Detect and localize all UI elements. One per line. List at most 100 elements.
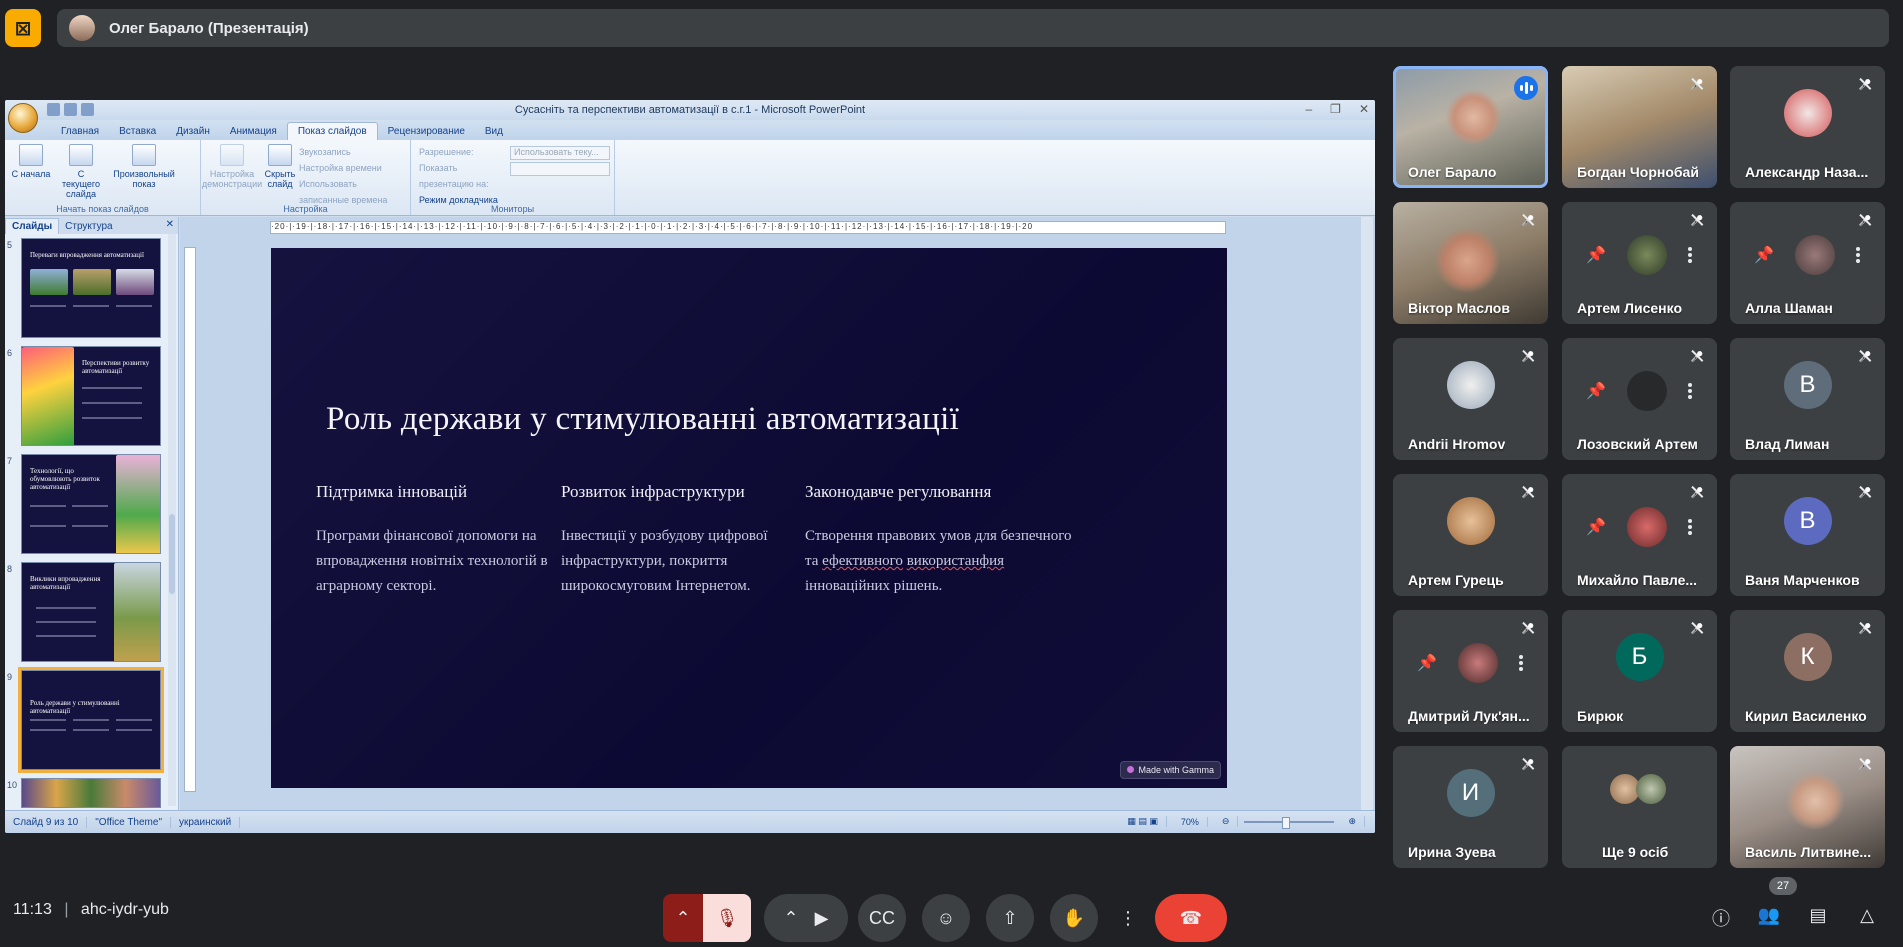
participant-tile[interactable]: И Ирина Зуева xyxy=(1393,746,1548,868)
zoom-out-icon[interactable]: ⊖ xyxy=(1214,816,1239,827)
participant-tile[interactable]: Василь Литвине... xyxy=(1730,746,1885,868)
monitor-dropdown[interactable] xyxy=(510,162,610,176)
setup-show-button[interactable]: Настройка демонстрации xyxy=(202,144,262,211)
audio-options-button[interactable]: ⌃ xyxy=(663,894,703,942)
slide-thumbnail-active[interactable]: 9 Роль держави у стимулюванні автоматиза… xyxy=(7,667,169,773)
zoom-slider[interactable] xyxy=(1244,816,1335,829)
slide-thumbnail[interactable]: 5 Переваги впровадження автоматизації xyxy=(7,238,169,338)
participant-tile[interactable]: 📌 Дмитрий Лук'ян... xyxy=(1393,610,1548,732)
tab-view[interactable]: Вид xyxy=(475,123,513,140)
gamma-icon xyxy=(1127,766,1135,773)
close-pane-icon[interactable]: ✕ xyxy=(166,219,174,230)
close-icon[interactable]: ✕ xyxy=(1359,102,1369,116)
end-call-button[interactable]: ☎ xyxy=(1155,894,1227,942)
slide-thumbnail[interactable]: 10 xyxy=(7,778,169,808)
mic-off-icon xyxy=(1857,76,1873,92)
mic-toggle-button[interactable]: 🎙 xyxy=(703,894,751,942)
mic-off-icon xyxy=(1520,756,1536,772)
raise-hand-button[interactable]: ✋ xyxy=(1050,894,1098,942)
info-icon[interactable]: ⓘ xyxy=(1709,905,1733,929)
pin-icon[interactable]: 📌 xyxy=(1754,245,1774,265)
slide-thumbnail[interactable]: 6 Перспективи розвитку автоматизації xyxy=(7,346,169,446)
participant-tile[interactable]: 📌 Лозовский Артем xyxy=(1562,338,1717,460)
participant-tile[interactable]: В Влад Лиман xyxy=(1730,338,1885,460)
from-current-button[interactable]: С текущего слайда xyxy=(59,144,103,199)
participant-tile[interactable]: К Кирил Василенко xyxy=(1730,610,1885,732)
more-icon[interactable] xyxy=(1855,247,1860,263)
participants-count-badge: 27 xyxy=(1769,877,1797,895)
mic-off-icon xyxy=(1857,484,1873,500)
participant-tile[interactable]: Віктор Маслов xyxy=(1393,202,1548,324)
rehearse-timings-option[interactable]: Настройка времени xyxy=(299,160,406,176)
from-beginning-button[interactable]: С начала xyxy=(9,144,53,199)
participant-tile[interactable]: В Ваня Марченков xyxy=(1730,474,1885,596)
column-text: Інвестиції у розбудову цифрової інфрастр… xyxy=(561,528,768,594)
presenter-label: Олег Барало (Презентація) xyxy=(109,19,309,37)
current-slide[interactable]: Роль держави у стимулюванні автоматизаці… xyxy=(271,248,1227,788)
hide-slide-button[interactable]: Скрыть слайд xyxy=(265,144,295,211)
tab-review[interactable]: Рецензирование xyxy=(378,123,475,140)
participant-name: Andrii Hromov xyxy=(1408,436,1506,452)
pin-icon[interactable]: 📌 xyxy=(1586,245,1606,265)
pin-icon[interactable]: 📌 xyxy=(1417,653,1437,673)
zoom-level[interactable]: 70% xyxy=(1173,816,1208,827)
language[interactable]: украинский xyxy=(171,816,241,828)
resolution-dropdown[interactable]: Использовать теку... xyxy=(510,146,610,160)
people-icon[interactable]: 👥 xyxy=(1757,905,1781,929)
avatar: Б xyxy=(1615,633,1664,681)
tab-animation[interactable]: Анимация xyxy=(220,123,287,140)
camera-toggle-button[interactable]: ⌃ ▶ xyxy=(764,894,848,942)
tab-outline[interactable]: Структура xyxy=(59,219,118,234)
presenter-avatar xyxy=(69,15,95,41)
participant-tile[interactable]: Артем Гурець xyxy=(1393,474,1548,596)
ribbon-group-monitors: Разрешение: Показать презентацию на: Реж… xyxy=(411,140,615,215)
participant-tile[interactable]: Б Бирюк xyxy=(1562,610,1717,732)
minimize-icon[interactable]: – xyxy=(1305,102,1312,116)
more-icon[interactable] xyxy=(1518,655,1523,671)
captions-button[interactable]: CC xyxy=(858,894,906,942)
chevron-up-icon: ⌃ xyxy=(675,907,691,928)
slide-thumbnail[interactable]: 7 Технології, що обумовлюють розвиток ав… xyxy=(7,454,169,554)
thumb-title: Переваги впровадження автоматизації xyxy=(30,251,144,259)
zoom-in-icon[interactable]: ⊕ xyxy=(1340,816,1365,827)
participant-tile[interactable]: Andrii Hromov xyxy=(1393,338,1548,460)
participant-tile[interactable]: Александр Наза... xyxy=(1730,66,1885,188)
tab-slides[interactable]: Слайды xyxy=(5,218,60,234)
view-buttons-icon[interactable]: ▦ ▤ ▣ xyxy=(1119,816,1167,827)
maximize-icon[interactable]: ❐ xyxy=(1330,102,1341,116)
chat-icon[interactable]: ▤ xyxy=(1806,905,1830,929)
slide-thumbnail[interactable]: 8 Виклики впровадження автоматизації xyxy=(7,562,169,662)
tab-insert[interactable]: Вставка xyxy=(109,123,166,140)
participant-tile[interactable]: 📌 Артем Лисенко xyxy=(1562,202,1717,324)
present-button[interactable]: ⇧ xyxy=(986,894,1034,942)
column-heading: Розвиток інфраструктури xyxy=(561,482,745,501)
more-icon[interactable] xyxy=(1687,247,1692,263)
made-with-gamma-badge[interactable]: Made with Gamma xyxy=(1120,761,1221,779)
show-on-label: Показать презентацию на: xyxy=(419,163,489,189)
pane-scrollbar[interactable] xyxy=(168,234,176,806)
more-icon[interactable] xyxy=(1687,383,1692,399)
more-options-button[interactable]: ⋮ xyxy=(1114,894,1142,942)
tab-design[interactable]: Дизайн xyxy=(166,123,220,140)
more-icon[interactable] xyxy=(1687,519,1692,535)
participant-tile[interactable]: 📌 Михайло Павле... xyxy=(1562,474,1717,596)
tab-home[interactable]: Главная xyxy=(51,123,109,140)
pin-icon[interactable]: 📌 xyxy=(1586,517,1606,537)
office-button[interactable] xyxy=(8,103,38,133)
thumb-title: Технології, що обумовлюють розвиток авто… xyxy=(30,467,100,491)
activities-icon[interactable]: △ xyxy=(1855,905,1879,929)
presenter-banner[interactable]: Олег Барало (Презентація) xyxy=(57,9,1889,47)
more-participants-tile[interactable]: Ще 9 осіб xyxy=(1562,746,1717,868)
tab-slideshow[interactable]: Показ слайдов xyxy=(286,122,378,140)
custom-show-button[interactable]: Произвольный показ xyxy=(109,144,179,199)
record-narration-option[interactable]: Звукозапись xyxy=(299,144,406,160)
emoji-button[interactable]: ☺ xyxy=(922,894,970,942)
participant-tile[interactable]: Богдан Чорнобай xyxy=(1562,66,1717,188)
editor-scrollbar[interactable] xyxy=(1361,217,1373,810)
presentation-off-icon[interactable]: ⊠ xyxy=(5,9,41,47)
window-controls: – ❐ ✕ xyxy=(1305,102,1369,116)
pin-icon[interactable]: 📌 xyxy=(1586,381,1606,401)
participant-tile[interactable]: 📌 Алла Шаман xyxy=(1730,202,1885,324)
theme-name: "Office Theme" xyxy=(87,816,171,828)
participant-tile[interactable]: Олег Барало xyxy=(1393,66,1548,188)
